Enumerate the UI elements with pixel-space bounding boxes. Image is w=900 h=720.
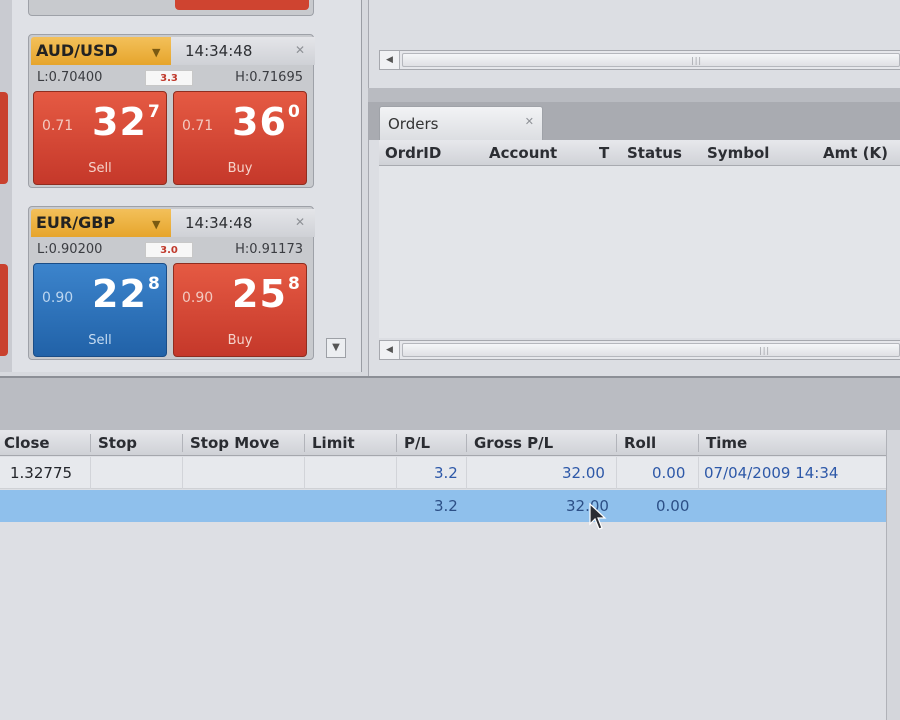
pair-label: EUR/GBP [36, 213, 116, 232]
low-price: L:0.70400 [37, 70, 103, 85]
column-header[interactable]: OrdrID [385, 144, 441, 162]
column-header[interactable]: P/L [404, 434, 430, 452]
column-header[interactable]: Account [489, 144, 557, 162]
buy-button[interactable]: 0.71 36 0 Buy [173, 91, 307, 185]
scroll-left-icon[interactable]: ◀ [380, 341, 400, 359]
pane-splitter[interactable] [368, 88, 900, 102]
price-pip: 8 [148, 274, 160, 294]
positions-table-header: Close Stop Stop Move Limit P/L Gross P/L… [0, 430, 886, 456]
scrollbar-thumb[interactable]: ||| [402, 343, 900, 357]
rates-panel: AUD/USD ▼ 14:34:48 ✕ L:0.70400 3.3 H:0.71… [0, 0, 362, 372]
column-header[interactable]: Time [706, 434, 747, 452]
low-price: L:0.90200 [37, 242, 103, 257]
partial-price-button[interactable] [0, 264, 8, 356]
column-header[interactable]: T [599, 144, 609, 162]
tile-header: AUD/USD ▼ 14:34:48 ✕ [31, 37, 315, 65]
price-pip: 8 [288, 274, 300, 294]
mouse-cursor-icon [589, 502, 607, 530]
buy-label: Buy [227, 161, 253, 176]
column-header[interactable]: Gross P/L [474, 434, 553, 452]
scrollbar-thumb[interactable]: ||| [402, 53, 900, 67]
high-price: H:0.71695 [235, 70, 303, 85]
tile-range: L:0.70400 3.3 H:0.71695 [31, 67, 311, 89]
horizontal-scrollbar[interactable]: ◀ ||| [379, 340, 900, 360]
scroll-down-button[interactable]: ▼ [326, 338, 346, 358]
price-pip: 0 [288, 102, 300, 122]
partial-price-button[interactable] [0, 92, 8, 184]
sell-label: Sell [88, 333, 112, 348]
open-positions-grid: Close Stop Stop Move Limit P/L Gross P/L… [0, 430, 900, 720]
high-price: H:0.91173 [235, 242, 303, 257]
pl-cell: 3.2 [434, 497, 458, 515]
currency-pair-selector[interactable]: EUR/GBP ▼ [31, 209, 171, 237]
roll-cell: 0.00 [656, 497, 690, 515]
price-prefix: 0.90 [182, 290, 214, 306]
rate-tile-partial [28, 0, 314, 16]
price-prefix: 0.71 [182, 118, 214, 134]
price-big-figure: 25 [232, 272, 287, 316]
table-row[interactable]: 1.32775 3.2 32.00 0.00 07/04/2009 14:34 [0, 457, 886, 489]
time-cell: 07/04/2009 14:34 [704, 464, 839, 482]
tile-time: 14:34:48 [171, 37, 315, 65]
tile-time: 14:34:48 [171, 209, 315, 237]
buy-button[interactable] [175, 0, 309, 10]
column-header[interactable]: Roll [624, 434, 656, 452]
chevron-down-icon[interactable]: ▼ [152, 211, 160, 239]
column-header[interactable]: Stop [98, 434, 137, 452]
orders-pane: Orders ✕ OrdrID Account T Status Symbol … [368, 102, 900, 376]
close-cell: 1.32775 [10, 464, 73, 482]
column-header[interactable]: Amt (K) [823, 144, 888, 162]
close-icon[interactable]: ✕ [295, 215, 305, 229]
price-prefix: 0.71 [42, 118, 74, 134]
orders-table-body [379, 166, 900, 338]
pl-cell: 3.2 [434, 464, 458, 482]
buy-button[interactable]: 0.90 25 8 Buy [173, 263, 307, 357]
column-header[interactable]: Close [4, 434, 50, 452]
grip-icon: ||| [691, 56, 703, 65]
buy-label: Buy [227, 333, 253, 348]
close-icon[interactable]: ✕ [295, 43, 305, 57]
price-prefix: 0.90 [42, 290, 74, 306]
tab-label: Orders [388, 115, 439, 133]
orders-table-header: OrdrID Account T Status Symbol Amt (K) [379, 140, 900, 166]
rate-tile-eur-gbp: EUR/GBP ▼ 14:34:48 ✕ L:0.90200 3.0 H:0.91… [28, 206, 315, 360]
price-big-figure: 36 [232, 100, 287, 144]
tile-range: L:0.90200 3.0 H:0.91173 [31, 239, 311, 261]
chevron-down-icon[interactable]: ▼ [152, 39, 160, 67]
price-pip: 7 [148, 102, 160, 122]
tile-header: EUR/GBP ▼ 14:34:48 ✕ [31, 209, 315, 237]
price-big-figure: 22 [92, 272, 147, 316]
top-right-pane: ◀ ||| [368, 0, 900, 88]
gross-pl-cell: 32.00 [562, 464, 605, 482]
spread-badge: 3.3 [145, 70, 193, 86]
sell-button[interactable]: 0.71 32 7 Sell [33, 91, 167, 185]
spread-badge: 3.0 [145, 242, 193, 258]
sell-label: Sell [88, 161, 112, 176]
column-header[interactable]: Limit [312, 434, 355, 452]
close-icon[interactable]: ✕ [525, 115, 534, 128]
column-header[interactable]: Status [627, 144, 682, 162]
pair-label: AUD/USD [36, 41, 118, 60]
vertical-scrollbar[interactable] [886, 430, 900, 720]
horizontal-scrollbar[interactable]: ◀ ||| [379, 50, 900, 70]
chevron-down-icon: ▼ [332, 342, 340, 353]
scroll-left-icon[interactable]: ◀ [380, 51, 400, 69]
tab-orders[interactable]: Orders ✕ [379, 106, 543, 140]
roll-cell: 0.00 [652, 464, 686, 482]
column-header[interactable]: Stop Move [190, 434, 279, 452]
positions-tabbar [0, 376, 900, 430]
currency-pair-selector[interactable]: AUD/USD ▼ [31, 37, 171, 65]
sell-button[interactable]: 0.90 22 8 Sell [33, 263, 167, 357]
rate-tile-aud-usd: AUD/USD ▼ 14:34:48 ✕ L:0.70400 3.3 H:0.71… [28, 34, 315, 188]
grip-icon: ||| [759, 346, 771, 355]
price-big-figure: 32 [92, 100, 147, 144]
table-row-selected[interactable]: 3.2 32.00 0.00 [0, 490, 886, 522]
column-header[interactable]: Symbol [707, 144, 769, 162]
